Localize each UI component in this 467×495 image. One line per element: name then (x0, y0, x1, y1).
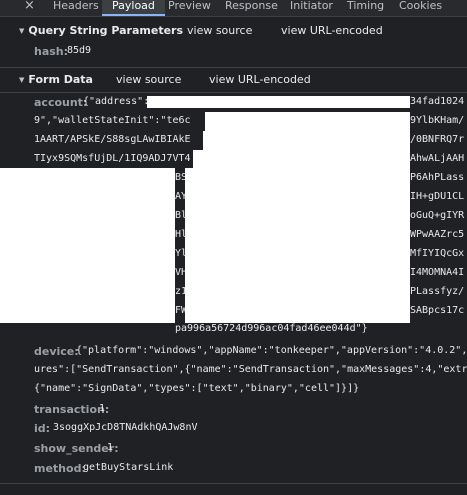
redaction-block (203, 131, 410, 150)
method-row: method: getBuyStarsLink (0, 462, 467, 476)
redaction-block (185, 168, 410, 323)
form-view-source-link[interactable]: view source (116, 73, 181, 86)
devtools-tab-bar: × Headers Payload Preview Response Initi… (0, 0, 467, 17)
account-value-line-left: 1AART/APSkE/S88sgLAwIBIAkE (34, 134, 191, 145)
device-value-line: {"name":"SignData","types":["text","bina… (0, 383, 467, 397)
query-section-title: Query String Parameters (28, 24, 184, 37)
tab-timing[interactable]: Timing (347, 0, 384, 16)
account-value-line-left: 9","walletStateInit":"te6c (34, 115, 191, 126)
account-fragment: FW (175, 305, 185, 316)
query-view-url-encoded-link[interactable]: view URL-encoded (281, 24, 383, 37)
show-sender-key: show_sender: (34, 442, 119, 455)
expand-triangle-icon[interactable]: ▼ (19, 27, 24, 35)
account-value-end: pa996a56724d996ac04fad46ee044d"} (175, 323, 368, 334)
hash-value: 85d9 (67, 45, 92, 56)
account-fragment: IH+gDU1CL (410, 191, 465, 202)
section-divider (0, 483, 467, 484)
account-value-line-right: 34fad1024 (410, 96, 465, 107)
account-fragment: SABpcs17c (410, 305, 465, 316)
show-sender-row: show_sender: 1 (0, 442, 467, 456)
account-fragment: WPwAAZrc5 (410, 229, 465, 240)
account-fragment: P6AhPLass (410, 172, 465, 183)
expand-triangle-icon[interactable]: ▼ (19, 76, 24, 84)
account-value-line-right: AhwALjAAH (410, 153, 465, 164)
redaction-block (0, 168, 175, 323)
redaction-block (147, 96, 410, 108)
form-section-header[interactable]: ▼ Form Data view source view URL-encoded (0, 73, 467, 89)
account-fragment: MfIYIQcGx (410, 248, 465, 259)
id-key: id: (34, 422, 51, 435)
device-key: device: (34, 345, 79, 358)
method-key: method: (34, 462, 86, 475)
account-fragment: Hl- (175, 229, 185, 240)
account-fragment: PLassfyz/ (410, 286, 465, 297)
account-fragment: BS (175, 172, 185, 183)
tab-cookies[interactable]: Cookies (399, 0, 442, 16)
id-value: 3soggXpJcD8TNAdkhQAJw8nV (53, 422, 198, 433)
redaction-block (205, 112, 410, 131)
query-hash-row: hash: 85d9 (0, 45, 467, 59)
tab-payload[interactable]: Payload (102, 0, 165, 16)
tab-initiator[interactable]: Initiator (290, 0, 333, 16)
device-value-line: {"platform":"windows","appName":"tonkeep… (76, 345, 467, 356)
section-divider (0, 67, 467, 68)
redaction-block (193, 150, 410, 169)
query-view-source-link[interactable]: view source (187, 24, 252, 37)
account-value-line-right: /0BNFRQ7r (410, 134, 465, 145)
transaction-value: 1 (99, 403, 106, 414)
form-view-url-encoded-link[interactable]: view URL-encoded (209, 73, 311, 86)
transaction-row: transaction: 1 (0, 403, 467, 417)
account-value-line-right: 9YlbKHam/ (410, 115, 465, 126)
account-fragment: Yl (175, 248, 185, 259)
method-value: getBuyStarsLink (83, 462, 174, 473)
show-sender-value: 1 (107, 442, 114, 453)
transaction-key: transaction: (34, 403, 110, 416)
device-value-line: ures":["SendTransaction",{"name":"SendTr… (0, 364, 467, 378)
account-key: account: (34, 96, 88, 109)
account-fragment: VH6 (175, 267, 185, 278)
hash-key: hash: (34, 45, 69, 58)
account-fragment: Bl (175, 210, 185, 221)
id-row: id: 3soggXpJcD8TNAdkhQAJw8nV (0, 422, 467, 436)
form-section-title: Form Data (28, 73, 93, 86)
account-fragment: z1L (175, 286, 185, 297)
account-fragment: oGuQ+gIYR (410, 210, 465, 221)
account-fragment: AY (175, 191, 185, 202)
device-value-line: {"name":"SignData","types":["text","bina… (34, 383, 360, 394)
close-icon[interactable]: × (24, 0, 35, 13)
device-value-line: ures":["SendTransaction",{"name":"SendTr… (34, 364, 467, 375)
tab-headers[interactable]: Headers (53, 0, 99, 16)
device-row: device: {"platform":"windows","appName":… (0, 345, 467, 359)
tab-preview[interactable]: Preview (168, 0, 211, 16)
account-value-line: pa996a56724d996ac04fad46ee044d"} (0, 323, 467, 337)
tab-response[interactable]: Response (225, 0, 278, 16)
query-section-header[interactable]: ▼ Query String Parameters view source vie… (0, 24, 467, 40)
account-value-line-left: TIyx9SQMsfUjDL/1IQ9ADJ7VT4 (34, 153, 191, 164)
account-fragment: I4MOMNA4I (410, 267, 465, 278)
section-divider (0, 92, 467, 93)
